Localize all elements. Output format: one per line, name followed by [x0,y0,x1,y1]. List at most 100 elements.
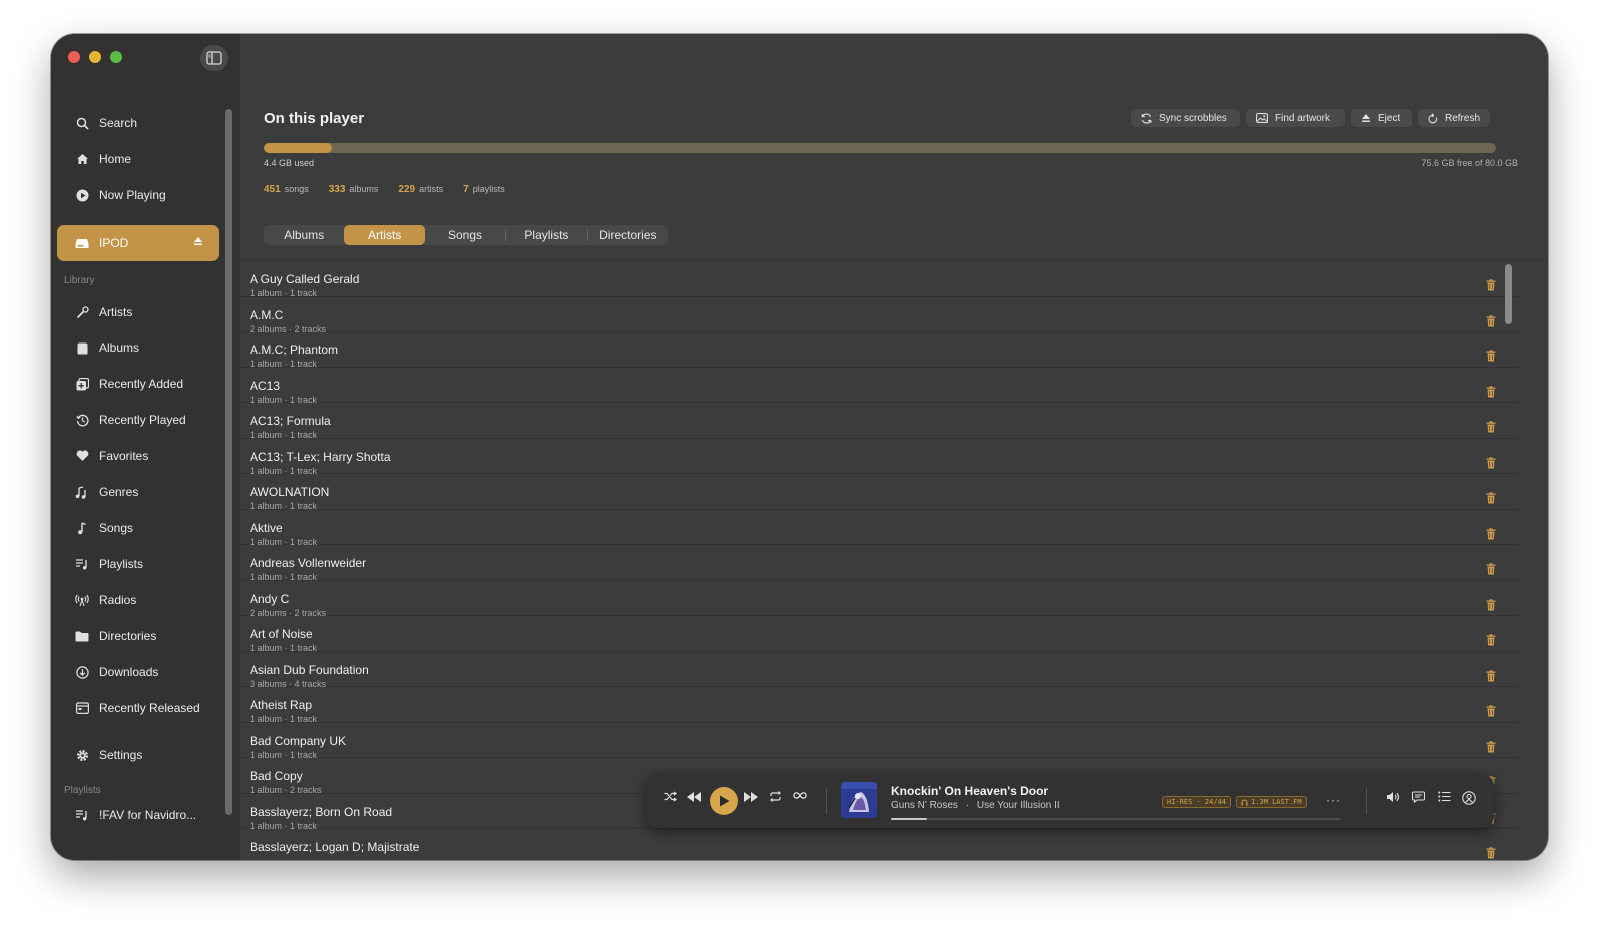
sidebar-item-genres[interactable]: Genres [57,476,219,508]
sidebar-item-recently-released[interactable]: Recently Released [57,692,219,724]
playback-progress[interactable] [891,818,1341,820]
sidebar-item-label: Playlists [99,557,144,571]
album-artwork[interactable] [841,782,877,818]
sidebar-toggle-icon [206,51,222,65]
refresh-button[interactable]: Refresh [1418,109,1490,127]
volume-icon[interactable] [1386,791,1401,803]
playlist-icon [73,809,91,821]
trash-icon[interactable] [1486,456,1496,474]
close-window-button[interactable] [68,51,80,63]
sidebar-item-label: Now Playing [99,188,166,202]
sidebar-item-home[interactable]: Home [57,143,219,175]
sidebar-item-recently-added[interactable]: Recently Added [57,368,219,400]
sidebar-item-ipod[interactable]: IPOD [57,225,219,261]
tab-songs[interactable]: Songs [425,225,505,245]
track-artist[interactable]: Guns N' Roses [891,800,958,811]
artist-row[interactable]: Basslayerz; Logan D; Majistrate [240,829,1519,860]
artist-name: Basslayerz; Logan D; Majistrate [250,840,420,854]
sidebar-item-radios[interactable]: Radios [57,584,219,616]
home-icon [73,153,91,165]
tab-playlists[interactable]: Playlists [506,225,586,245]
sidebar-item-now-playing[interactable]: Now Playing [57,179,219,211]
artist-row[interactable]: Art of Noise 1 album · 1 track [240,616,1519,653]
fast-forward-icon[interactable] [743,791,759,803]
minimize-window-button[interactable] [89,51,101,63]
sidebar-item-label: Albums [99,341,140,355]
artist-row[interactable]: AC13; Formula 1 album · 1 track [240,403,1519,440]
sidebar-playlist-item[interactable]: !FAV for Navidro... [57,799,219,831]
sidebar-scrollbar[interactable] [225,109,232,815]
artist-row[interactable]: A.M.C 2 albums · 2 tracks [240,297,1519,334]
trash-icon[interactable] [1486,491,1496,509]
sidebar-item-search[interactable]: Search [57,107,219,139]
trash-icon[interactable] [1486,385,1496,403]
sidebar-item-settings[interactable]: Settings [57,739,219,771]
artist-name: Andy C [250,591,290,606]
playlists-section-label: Playlists [64,785,101,796]
track-album[interactable]: Use Your Illusion II [977,800,1060,811]
tab-artists[interactable]: Artists [344,225,425,245]
eject-icon[interactable] [193,235,203,249]
folder-icon [73,631,91,642]
artist-row[interactable]: Andy C2 albums · 2 tracks [240,581,1519,618]
trash-icon[interactable] [1486,314,1496,332]
sidebar-item-downloads[interactable]: Downloads [57,656,219,688]
artist-name: AC13; Formula [250,414,331,428]
sync-scrobbles-button[interactable]: Sync scrobbles [1131,109,1240,127]
artist-row[interactable]: Atheist Rap 1 album · 1 track [240,687,1519,724]
repeat-icon[interactable] [769,791,782,802]
zoom-window-button[interactable] [110,51,122,63]
lastfm-badge[interactable]: 1.3M LAST.FM [1236,796,1307,808]
trash-icon[interactable] [1486,278,1496,296]
artist-row[interactable]: A Guy Called Gerald 1 album · 1 track [240,261,1519,298]
trash-icon[interactable] [1486,669,1496,687]
artist-name: Asian Dub Foundation [250,662,369,677]
eject-icon [1361,113,1371,123]
list-scrollbar[interactable] [1505,264,1512,324]
artist-row[interactable]: Andreas Vollenweider 1 album · 1 track [240,545,1519,582]
trash-icon[interactable] [1486,420,1496,438]
trash-icon[interactable] [1486,846,1496,860]
find-artwork-button[interactable]: Find artwork [1246,109,1345,127]
trash-icon[interactable] [1486,740,1496,758]
artist-row[interactable]: Bad Company UK 1 album · 1 track [240,723,1519,760]
more-options-button[interactable]: ··· [1326,793,1341,807]
trash-icon[interactable] [1486,704,1496,722]
artist-row[interactable]: AC13; T-Lex; Harry Shotta 1 album · 1 tra… [240,439,1519,476]
sidebar-item-directories[interactable]: Directories [57,620,219,652]
main-content: On this player Sync scrobbles Find artwo… [240,34,1548,860]
sidebar-item-artists[interactable]: Artists [57,296,219,328]
artist-row[interactable]: A.M.C; Phantom 1 album · 1 track [240,332,1519,369]
infinity-icon[interactable] [792,791,808,800]
lyrics-icon[interactable] [1412,791,1425,803]
playback-progress-fill [891,818,927,820]
eject-button[interactable]: Eject [1351,109,1412,127]
queue-icon[interactable] [1438,791,1451,802]
sidebar-item-favorites[interactable]: Favorites [57,440,219,472]
tab-directories[interactable]: Directories [588,225,668,245]
artist-name: Atheist Rap [250,698,313,712]
artist-row[interactable]: Aktive 1 album · 1 track [240,510,1519,547]
sidebar-item-label: Home [99,152,132,166]
artist-row[interactable]: Asian Dub Foundation 3 albums · 4 tracks [240,652,1519,689]
artist-row[interactable]: AC13 1 album · 1 track [240,368,1519,405]
toggle-sidebar-button[interactable] [200,45,228,71]
trash-icon[interactable] [1486,633,1496,651]
artist-row[interactable]: AWOLNATION 1 album · 1 track [240,474,1519,511]
trash-icon[interactable] [1486,562,1496,580]
sidebar-item-albums[interactable]: Albums [57,332,219,364]
tab-albums[interactable]: Albums [264,225,344,245]
shuffle-icon[interactable] [664,791,677,802]
album-icon [73,342,91,355]
sidebar-item-playlists[interactable]: Playlists [57,548,219,580]
airplay-icon[interactable] [1462,791,1476,805]
sidebar-item-label: Recently Played [99,413,186,427]
play-button[interactable] [710,787,738,815]
trash-icon[interactable] [1486,527,1496,545]
trash-icon[interactable] [1486,349,1496,367]
sidebar-item-recently-played[interactable]: Recently Played [57,404,219,436]
rewind-icon[interactable] [686,791,702,803]
trash-icon[interactable] [1486,598,1496,616]
sidebar-item-songs[interactable]: Songs [57,512,219,544]
sidebar-item-label: Recently Added [99,377,184,391]
